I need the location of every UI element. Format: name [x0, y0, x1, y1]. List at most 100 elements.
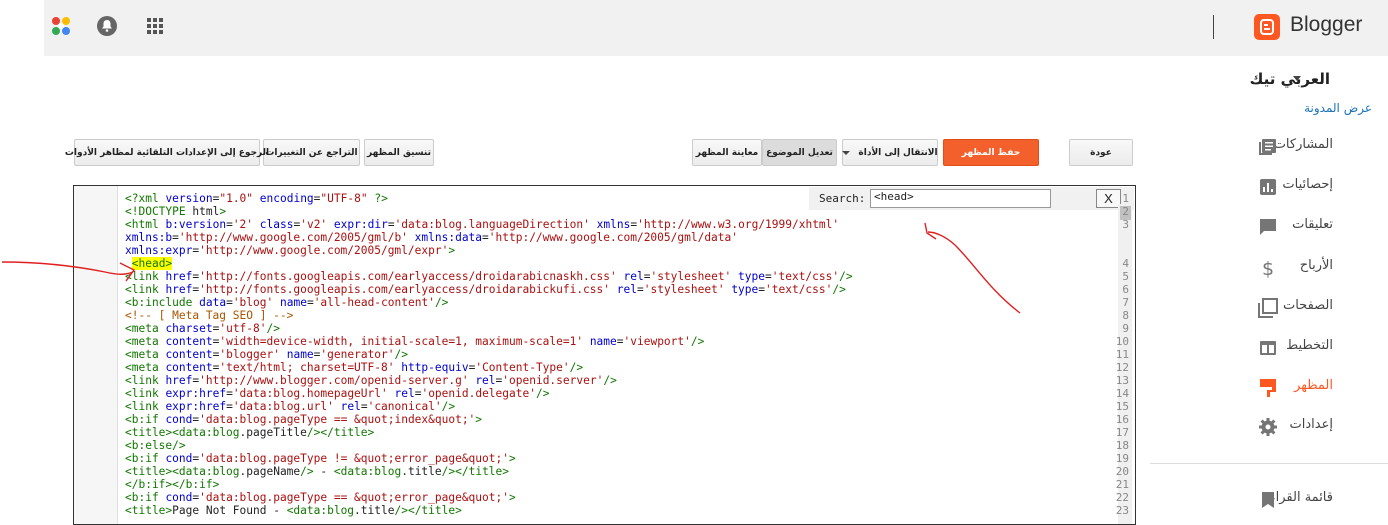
preview-theme-button[interactable]: معاينة المظهر: [692, 139, 762, 166]
sidebar-item-label: إحصائيات: [1282, 177, 1333, 192]
view-blog-link[interactable]: عرض المدونة: [1304, 101, 1372, 115]
sidebar-item-earnings[interactable]: الأرباح $: [1148, 248, 1388, 288]
app-title[interactable]: Blogger: [1290, 13, 1362, 37]
sidebar-item-theme[interactable]: المظهر: [1148, 368, 1388, 408]
sidebar-item-pages[interactable]: الصفحات: [1148, 288, 1388, 328]
code-line[interactable]: <b:include data='blog' name='all-head-co…: [125, 296, 448, 309]
sidebar-item-stats[interactable]: إحصائيات: [1148, 167, 1388, 207]
code-line[interactable]: <meta content='blogger' name='generator'…: [125, 348, 408, 361]
revert-changes-button[interactable]: التراجع عن التغييرات: [263, 139, 360, 166]
line-number: 15: [1115, 400, 1129, 413]
code-line[interactable]: <meta content='width=device-width, initi…: [125, 335, 704, 348]
top-bar: [44, 0, 1388, 56]
search-label: Search:: [819, 192, 866, 205]
topbar-divider: [1213, 15, 1214, 39]
sidebar-divider: [1150, 463, 1388, 464]
reading-list-icon: [1258, 490, 1278, 510]
line-number: 17: [1115, 426, 1129, 439]
code-line[interactable]: <meta charset='utf-8'/>: [125, 322, 280, 335]
blogger-logo-icon[interactable]: [1254, 14, 1280, 40]
sidebar-item-label: تعليقات: [1292, 217, 1333, 232]
line-number: 18: [1115, 439, 1129, 452]
search-bar: Search: <head> X: [809, 187, 1134, 210]
code-line[interactable]: <b:if cond='data:blog.pageType == &quot;…: [125, 413, 482, 426]
sidebar-item-comments[interactable]: تعليقات: [1148, 207, 1388, 247]
sidebar-item-label: التخطيط: [1286, 338, 1333, 353]
line-number: 23: [1115, 504, 1129, 517]
code-line[interactable]: </b:if></b:if>: [125, 478, 219, 491]
edit-theme-button[interactable]: تعديل الموضوع: [762, 139, 837, 166]
back-button[interactable]: عودة: [1069, 139, 1133, 166]
code-line[interactable]: <!DOCTYPE html>: [125, 205, 226, 218]
sidebar-item-label: الأرباح: [1299, 258, 1333, 273]
line-number: 6: [1122, 283, 1129, 296]
code-line[interactable]: <head>: [125, 257, 173, 270]
code-line[interactable]: <!-- [ Meta Tag SEO ] -->: [125, 309, 293, 322]
sidebar-item-label: الصفحات: [1282, 298, 1333, 313]
line-number: 11: [1115, 348, 1129, 361]
code-line[interactable]: <link expr:href='data:blog.url' rel='can…: [125, 400, 455, 413]
layout-icon: [1258, 338, 1278, 358]
settings-icon: [1258, 417, 1278, 437]
line-number: 2: [1122, 205, 1129, 218]
posts-icon: [1258, 137, 1278, 157]
line-number: 20: [1115, 465, 1129, 478]
save-theme-button[interactable]: حفظ المظهر: [943, 139, 1039, 166]
format-theme-button[interactable]: تنسيق المظهر: [364, 139, 434, 166]
code-line[interactable]: <link href='http://fonts.googleapis.com/…: [125, 270, 853, 283]
notifications-icon[interactable]: [95, 14, 119, 38]
revert-widgets-button[interactable]: الرجوع إلى الإعدادات التلقائية لمظاهر ال…: [65, 139, 269, 166]
code-line[interactable]: <title>Page Not Found - <data:blog.title…: [125, 504, 462, 517]
earnings-icon: $: [1261, 258, 1275, 280]
comments-icon: [1258, 217, 1278, 237]
line-number: 10: [1115, 335, 1129, 348]
code-line[interactable]: <b:if cond='data:blog.pageType == &quot;…: [125, 491, 516, 504]
code-line[interactable]: <?xml version="1.0" encoding="UTF-8" ?>: [125, 192, 388, 205]
code-line[interactable]: <link href='http://fonts.googleapis.com/…: [125, 283, 846, 296]
line-number: 3: [1122, 218, 1129, 231]
search-input[interactable]: <head>: [870, 189, 1051, 208]
pages-icon: [1258, 298, 1278, 318]
blog-name-selector[interactable]: العربي تيك: [1250, 70, 1330, 88]
sidebar-item-settings[interactable]: إعدادات: [1148, 407, 1388, 447]
sidebar-item-reading-list[interactable]: قائمة القراءة: [1148, 480, 1388, 520]
sidebar-item-posts[interactable]: المشاركات: [1148, 127, 1388, 167]
line-number: 4: [1122, 257, 1129, 270]
line-number: 19: [1115, 452, 1129, 465]
code-editor[interactable]: Search: <head> X 1 <?xml version="1.0" en…: [73, 185, 1136, 525]
line-number: 9: [1122, 322, 1129, 335]
code-line[interactable]: xmlns:expr='http://www.google.com/2005/g…: [125, 244, 455, 257]
code-line[interactable]: xmlns:b='http://www.google.com/2005/gml/…: [125, 231, 738, 244]
line-number: 14: [1115, 387, 1129, 400]
jump-to-widget-dropdown[interactable]: الانتقال إلى الأداة: [842, 139, 938, 166]
sidebar-item-label: المشاركات: [1273, 137, 1333, 152]
line-number: 22: [1115, 491, 1129, 504]
line-number: 21: [1115, 478, 1129, 491]
line-number: 12: [1115, 361, 1129, 374]
apps-grid-icon[interactable]: [143, 14, 167, 38]
code-line[interactable]: <meta content='text/html; charset=UTF-8'…: [125, 361, 583, 374]
line-number: 13: [1115, 374, 1129, 387]
sidebar-item-label: المظهر: [1294, 378, 1333, 393]
line-number-gutter: [74, 186, 118, 524]
sidebar-item-label: إعدادات: [1289, 417, 1333, 432]
line-number: 7: [1122, 296, 1129, 309]
apps-color-icon[interactable]: [49, 14, 73, 38]
line-number: 5: [1122, 270, 1129, 283]
stats-icon: [1258, 177, 1278, 197]
line-number: 1: [1122, 192, 1129, 205]
line-number: 16: [1115, 413, 1129, 426]
sidebar-item-layout[interactable]: التخطيط: [1148, 328, 1388, 368]
line-number: 8: [1122, 309, 1129, 322]
blog-dropdown-chevron-icon[interactable]: [1293, 76, 1301, 81]
code-line[interactable]: <b:else/>: [125, 439, 186, 452]
theme-icon: [1258, 378, 1278, 398]
code-line[interactable]: <title><data:blog.pageTitle/></title>: [125, 426, 374, 439]
chevron-down-icon: [842, 150, 851, 155]
code-line[interactable]: <title><data:blog.pageName/> - <data:blo…: [125, 465, 509, 478]
code-line[interactable]: <link expr:href='data:blog.homepageUrl' …: [125, 387, 549, 400]
code-line[interactable]: <link href='http://www.blogger.com/openi…: [125, 374, 617, 387]
code-line[interactable]: <b:if cond='data:blog.pageType != &quot;…: [125, 452, 516, 465]
code-line[interactable]: <html b:version='2' class='v2' expr:dir=…: [125, 218, 839, 231]
jump-to-widget-label: الانتقال إلى الأداة: [858, 147, 938, 158]
